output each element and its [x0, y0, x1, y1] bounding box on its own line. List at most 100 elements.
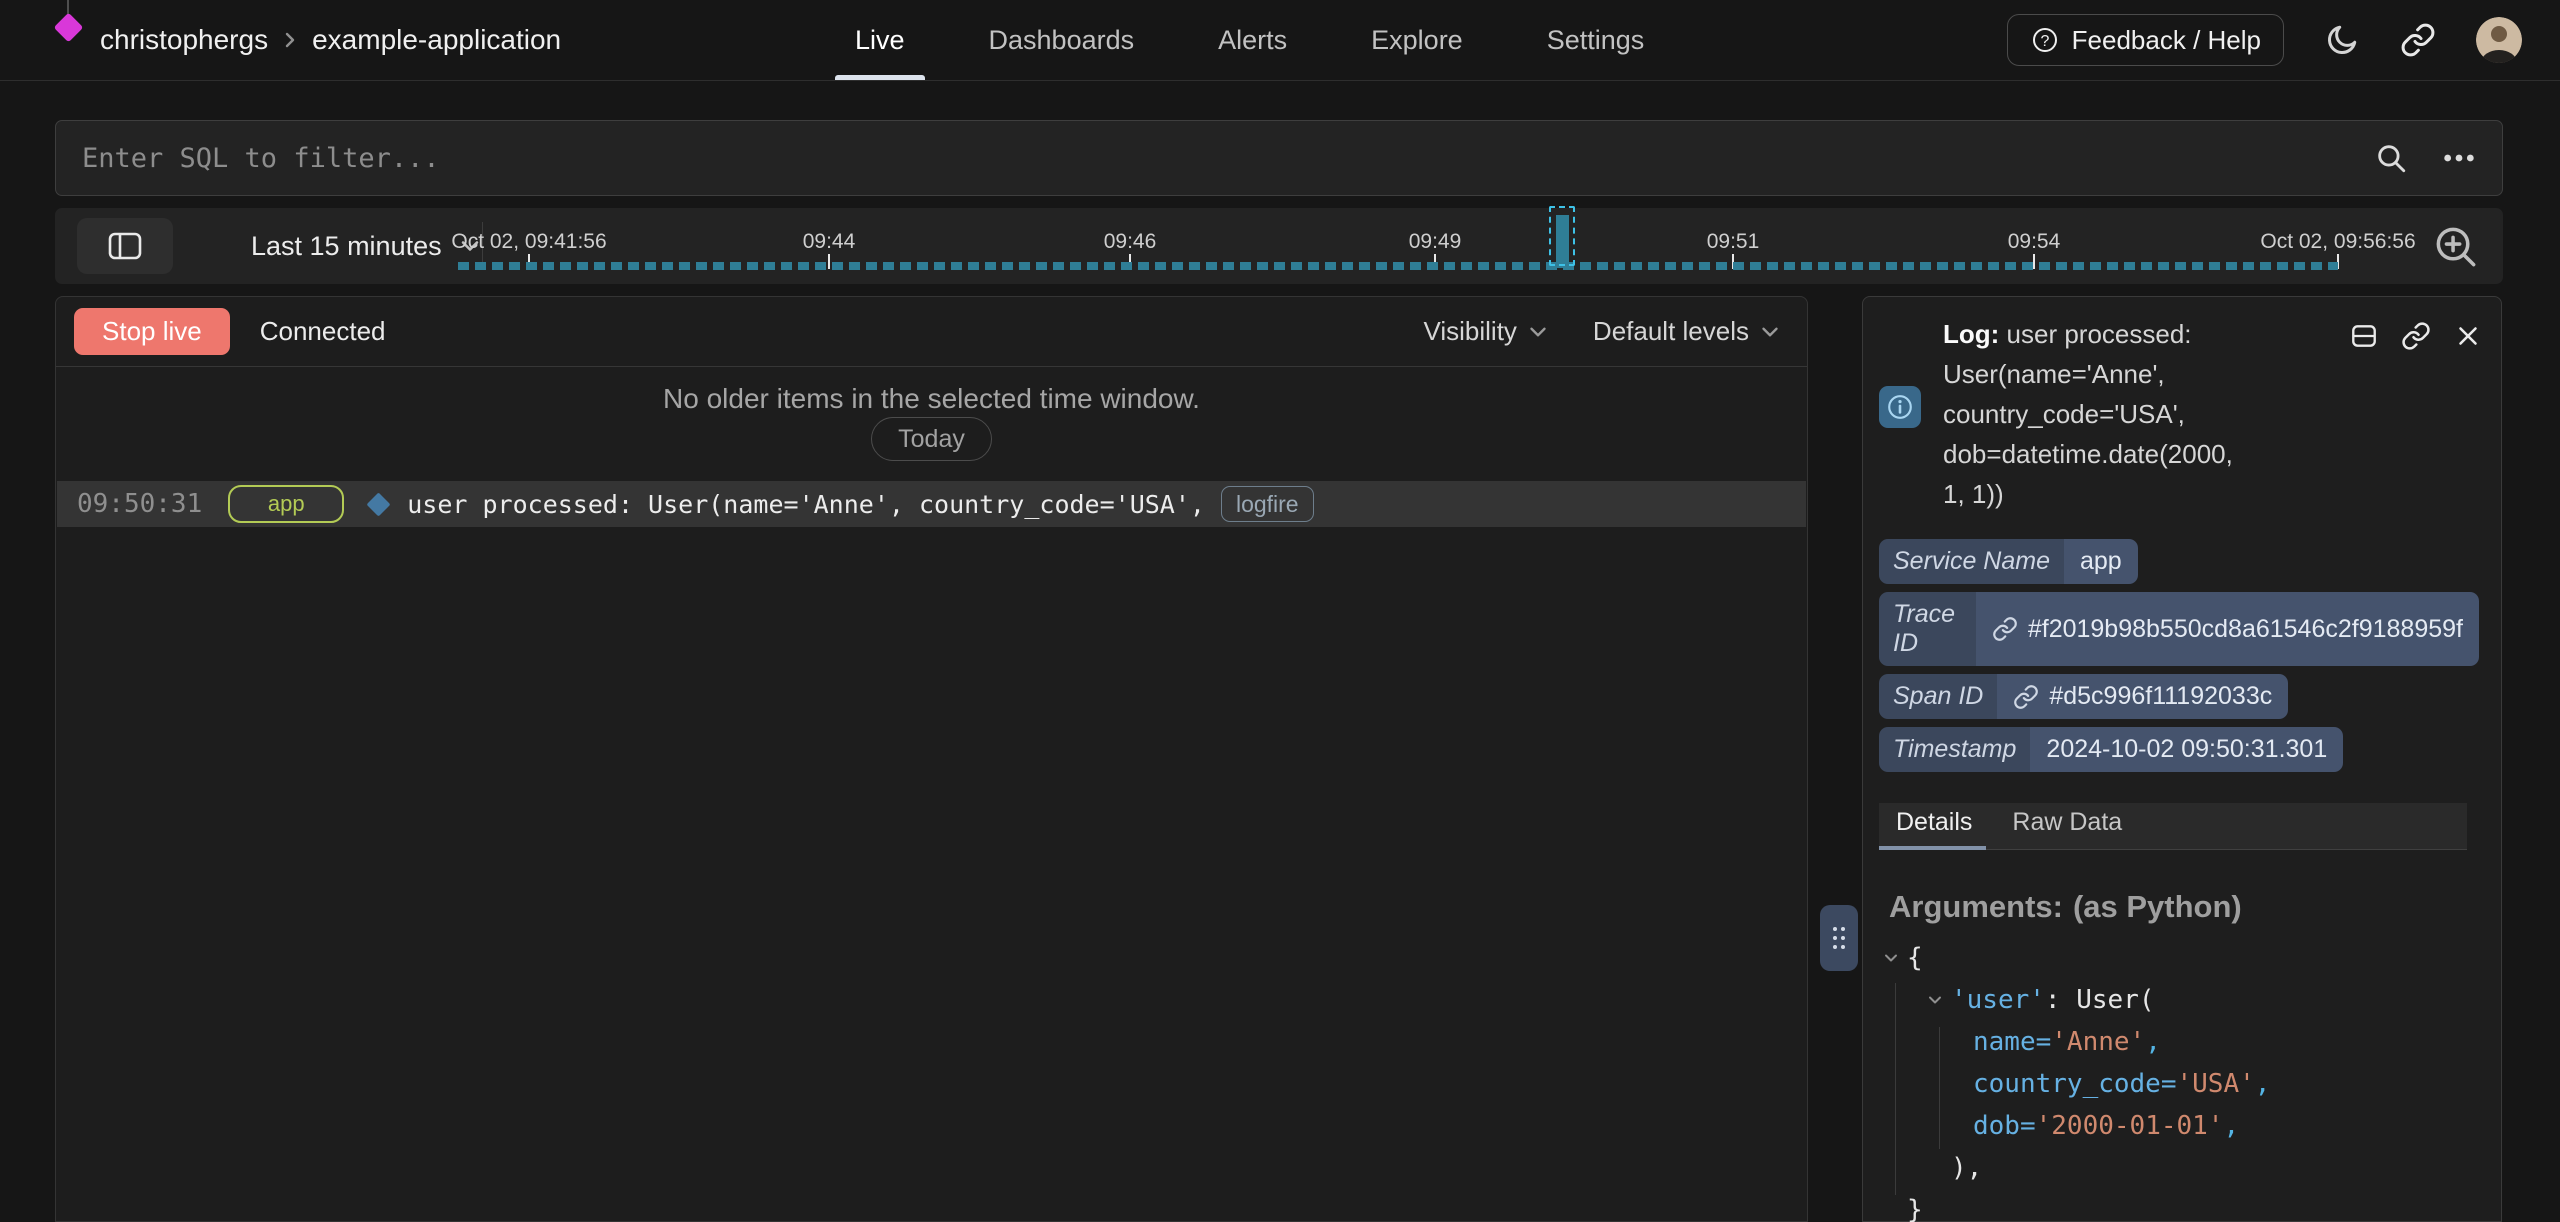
field-label: Timestamp: [1879, 727, 2030, 772]
code-token: '2000-01-01': [2036, 1111, 2224, 1141]
svg-text:?: ?: [2040, 33, 2049, 50]
nav-tab-dashboards[interactable]: Dashboards: [969, 0, 1155, 80]
code-line: dob='2000-01-01',: [1879, 1105, 2497, 1147]
link-icon: [2400, 22, 2436, 58]
code-token: name=: [1973, 1027, 2051, 1057]
breadcrumb-project[interactable]: example-application: [312, 24, 561, 56]
live-list-panel: Stop live Connected Visibility Default l…: [55, 296, 1808, 1222]
zoom-in-icon: [2431, 222, 2481, 272]
connection-status: Connected: [260, 316, 386, 347]
log-message: user processed: User(name='Anne', countr…: [407, 490, 1205, 519]
log-row[interactable]: 09:50:31 app user processed: User(name='…: [57, 481, 1806, 527]
moon-icon: [2324, 22, 2360, 58]
breadcrumb-chevron-icon: [278, 28, 302, 52]
code-line: 'user': User(: [1879, 979, 2497, 1021]
nav-tabs: Live Dashboards Alerts Explore Settings: [835, 0, 1664, 80]
code-token: 'user': [1951, 985, 2045, 1015]
field-timestamp: Timestamp2024-10-02 09:50:31.301: [1879, 727, 2343, 772]
split-view-button[interactable]: [2349, 321, 2379, 351]
code-line: }: [1879, 1189, 2497, 1222]
nav-tab-alerts[interactable]: Alerts: [1198, 0, 1307, 80]
nav-tab-live[interactable]: Live: [835, 0, 925, 80]
more-options-icon[interactable]: [2442, 141, 2476, 175]
field-value: app: [2064, 539, 2138, 584]
field-span-id: Span ID#d5c996f11192033c: [1879, 674, 2288, 719]
timeline-zoom-button[interactable]: [2425, 221, 2487, 273]
link-icon: [2401, 321, 2431, 351]
visibility-dropdown[interactable]: Visibility: [1417, 315, 1556, 348]
navbar: christophergs example-application Live Da…: [0, 0, 2560, 81]
close-panel-button[interactable]: [2453, 321, 2483, 351]
default-levels-dropdown[interactable]: Default levels: [1587, 315, 1789, 348]
breadcrumb-org[interactable]: christophergs: [100, 24, 268, 56]
timeline: Oct 02, 09:41:5609:4409:4609:4909:5109:5…: [55, 208, 2503, 284]
share-link-button[interactable]: [2400, 22, 2436, 58]
sql-filter-placeholder: Enter SQL to filter...: [82, 143, 2374, 174]
code-token: {: [1907, 943, 1923, 973]
log-timestamp: 09:50:31: [77, 489, 202, 519]
service-badge[interactable]: app: [228, 485, 344, 523]
stop-live-button[interactable]: Stop live: [74, 308, 230, 355]
nav-tab-settings[interactable]: Settings: [1527, 0, 1665, 80]
timeline-baseline: [458, 262, 2338, 270]
code-token: 'Anne': [2051, 1027, 2145, 1057]
field-value[interactable]: #f2019b98b550cd8a61546c2f9188959f: [1976, 592, 2479, 666]
app-root: christophergs example-application Live Da…: [0, 0, 2560, 1222]
code-token: }: [1907, 1195, 1923, 1222]
arguments-title: Arguments:: [1889, 889, 2063, 924]
sql-filter-icons: [2374, 141, 2476, 175]
code-token: ,: [2145, 1027, 2161, 1057]
split-horizontal-icon: [2349, 321, 2379, 351]
code-token: :: [2045, 985, 2076, 1015]
link-icon: [2013, 684, 2039, 710]
arguments-heading: Arguments:(as Python): [1879, 889, 2242, 925]
field-value[interactable]: #d5c996f11192033c: [1997, 674, 2288, 719]
code-line: country_code='USA',: [1879, 1063, 2497, 1105]
nav-tab-explore[interactable]: Explore: [1351, 0, 1483, 80]
timeline-selection[interactable]: [1549, 206, 1575, 266]
copy-link-button[interactable]: [2401, 321, 2431, 351]
drag-dots-icon: [1830, 922, 1848, 954]
collapse-chevron-icon[interactable]: [1881, 948, 1901, 968]
logo-diamond-icon: [54, 13, 84, 43]
collapse-chevron-icon[interactable]: [1925, 990, 1945, 1010]
code-line: ),: [1879, 1147, 2497, 1189]
navbar-right: ? Feedback / Help: [2007, 0, 2522, 80]
avatar[interactable]: [2476, 17, 2522, 63]
code-token: country_code=: [1973, 1069, 2177, 1099]
question-icon: ?: [2030, 25, 2060, 55]
tab-details[interactable]: Details: [1896, 808, 1972, 849]
link-icon: [1992, 616, 2018, 642]
default-levels-label: Default levels: [1593, 316, 1749, 347]
detail-title: Log: user processed: User(name='Anne', c…: [1943, 314, 2243, 514]
search-icon[interactable]: [2374, 141, 2408, 175]
code-token: ,: [2255, 1069, 2271, 1099]
chevron-down-icon: [1757, 319, 1783, 345]
code-token: ,: [2223, 1111, 2239, 1141]
detail-tabs: Details Raw Data: [1879, 803, 2467, 850]
field-trace-id: Trace ID#f2019b98b550cd8a61546c2f9188959…: [1879, 592, 2479, 666]
code-token: 'USA': [2177, 1069, 2255, 1099]
feedback-help-button[interactable]: ? Feedback / Help: [2007, 14, 2284, 66]
theme-toggle-button[interactable]: [2324, 22, 2360, 58]
sql-filter-input[interactable]: Enter SQL to filter...: [55, 120, 2503, 196]
field-label: Span ID: [1879, 674, 1997, 719]
detail-panel: Log: user processed: User(name='Anne', c…: [1862, 296, 2502, 1222]
detail-title-prefix: Log:: [1943, 319, 1999, 349]
feedback-help-label: Feedback / Help: [2072, 25, 2261, 56]
time-bar: Last 15 minutes Oct 02, 09:41:5609:4409:…: [55, 208, 2503, 284]
field-label: Trace ID: [1879, 592, 1976, 666]
log-level-diamond-icon: [367, 492, 391, 516]
tab-raw-data[interactable]: Raw Data: [2012, 808, 2122, 849]
logfire-logo[interactable]: [57, 0, 81, 60]
field-service-name: Service Nameapp: [1879, 539, 2138, 584]
scope-badge[interactable]: logfire: [1221, 486, 1314, 522]
field-label: Service Name: [1879, 539, 2064, 584]
breadcrumb: christophergs example-application: [100, 0, 561, 80]
panel-resize-handle[interactable]: [1820, 905, 1858, 971]
visibility-label: Visibility: [1423, 316, 1516, 347]
code-line: {: [1879, 937, 2497, 979]
today-button[interactable]: Today: [871, 417, 992, 461]
live-list-header: Stop live Connected Visibility Default l…: [56, 297, 1807, 367]
code-block: {'user': User(name='Anne',country_code='…: [1879, 937, 2497, 1222]
